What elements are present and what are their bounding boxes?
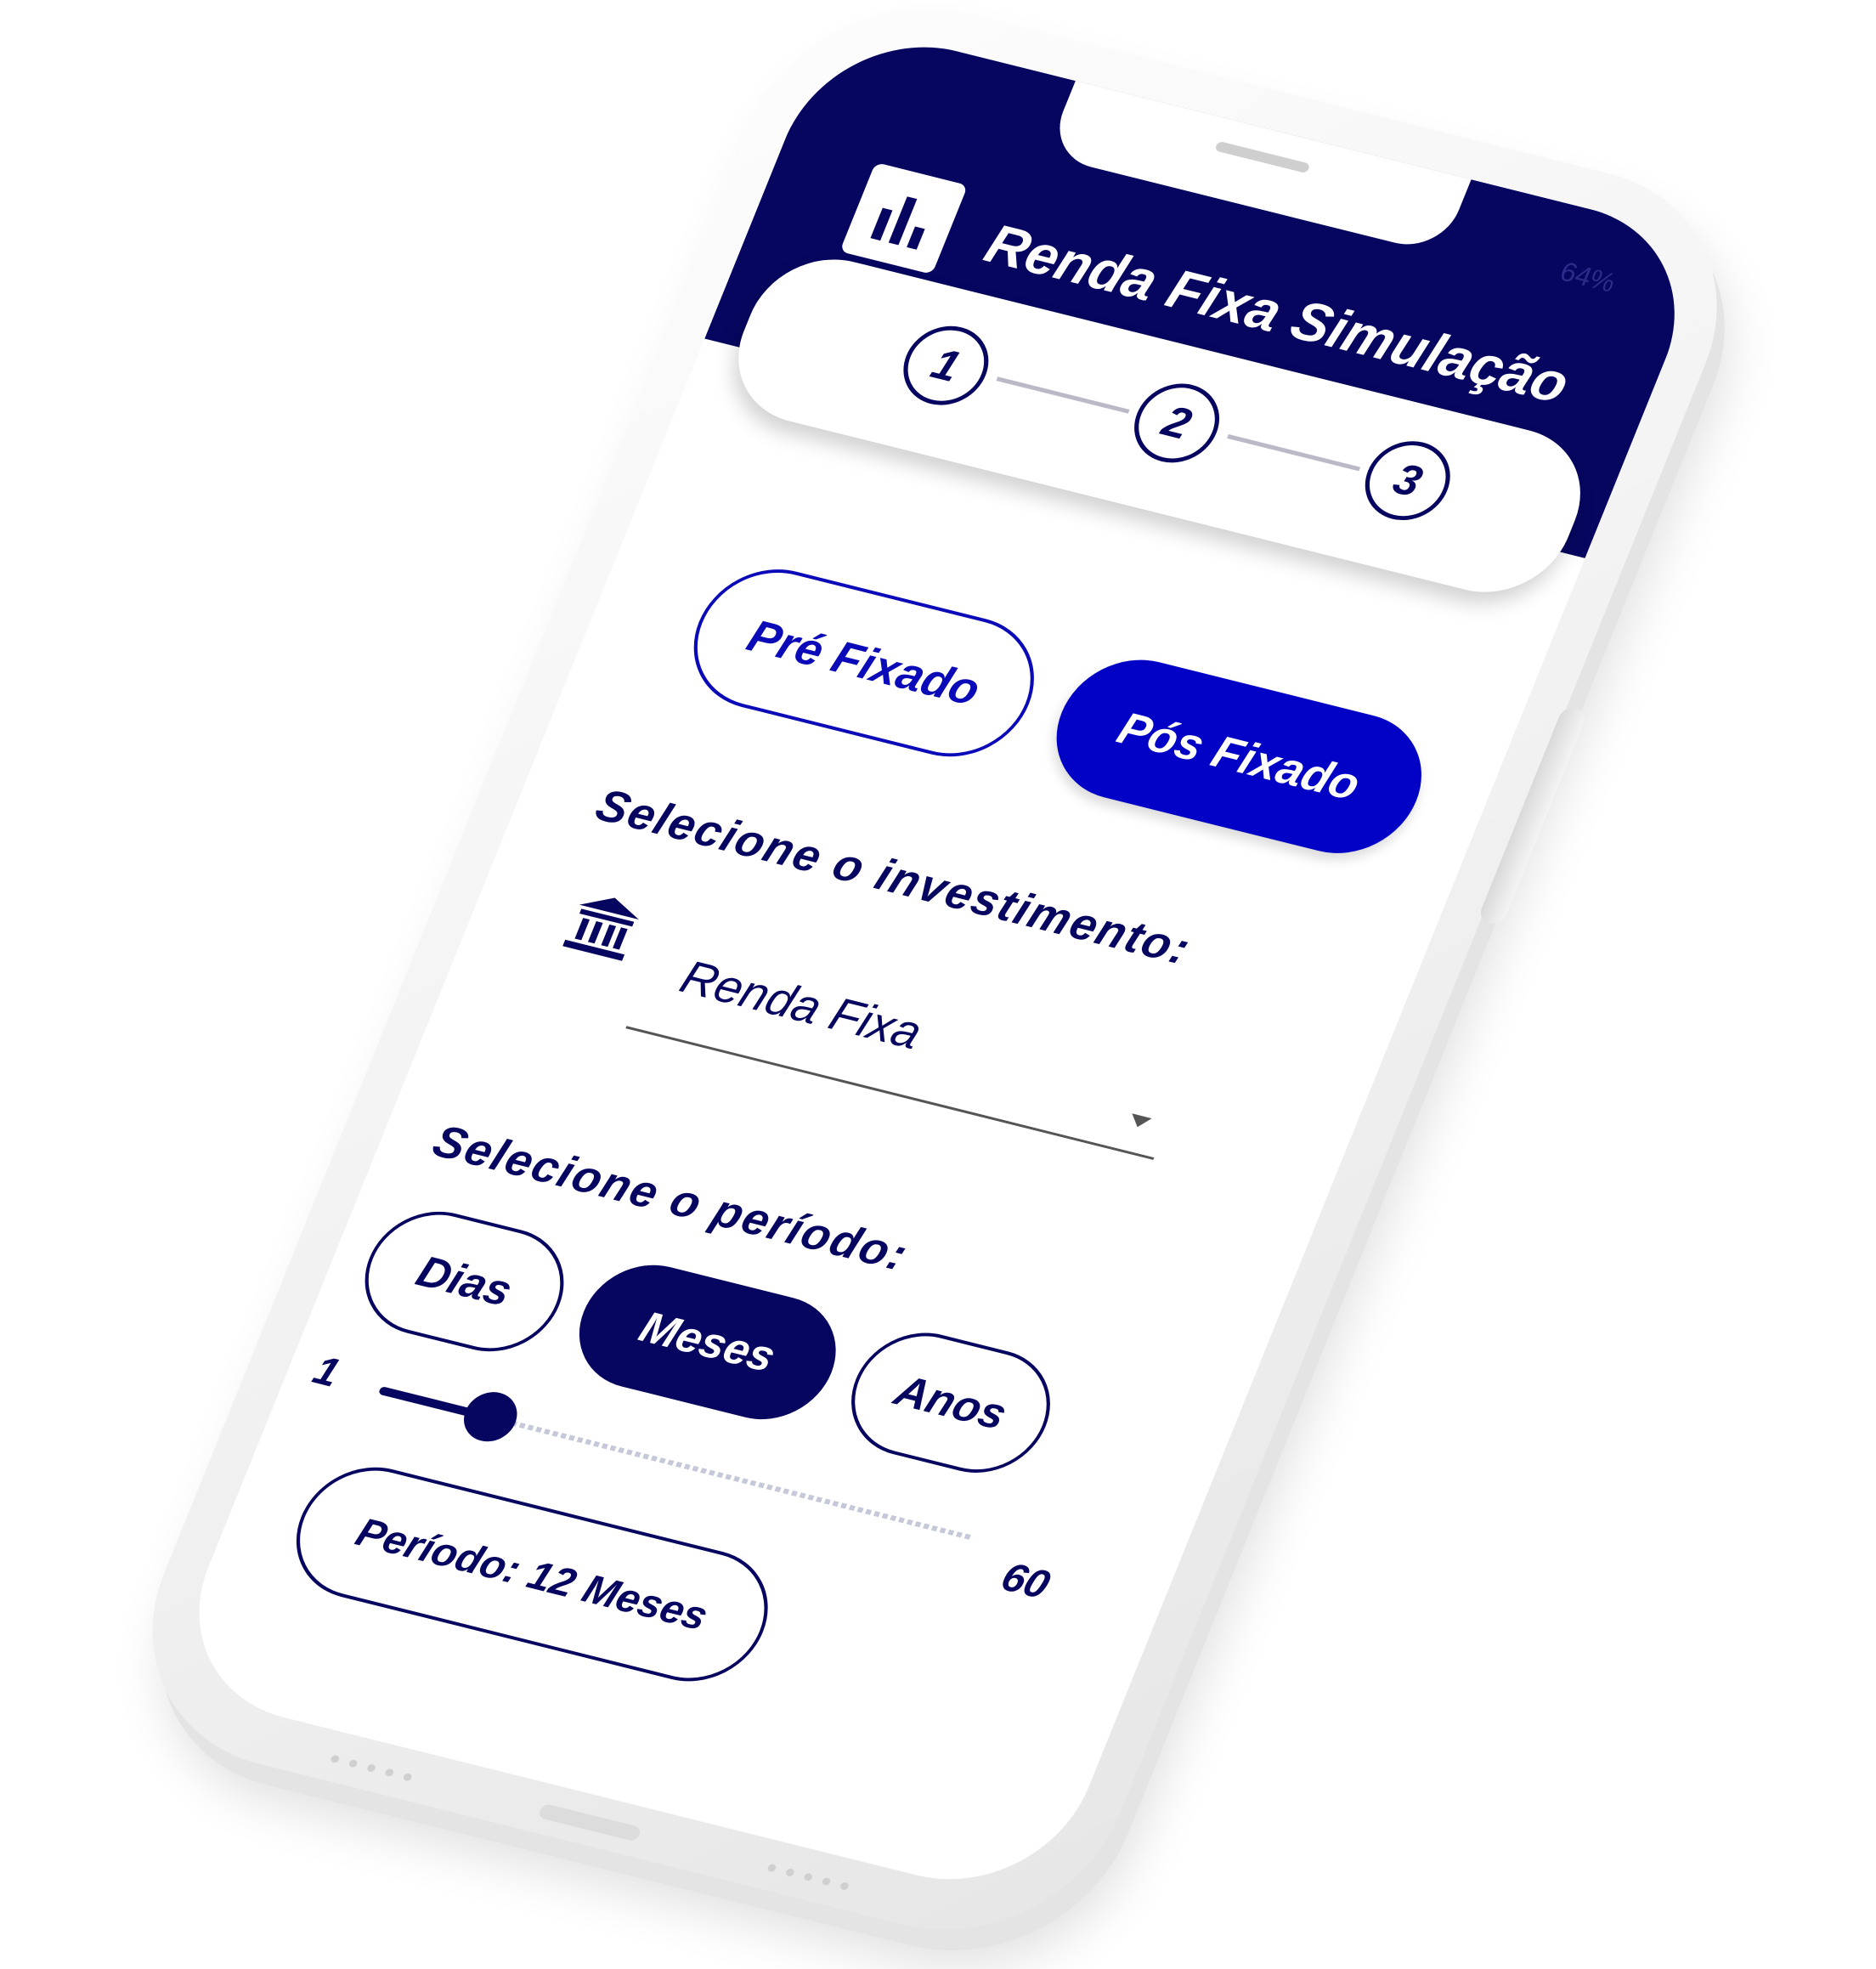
battery-level: 64% <box>1556 256 1620 298</box>
pre-fixado-button[interactable]: Pré Fixado <box>671 554 1057 772</box>
chevron-down-icon <box>1127 1113 1152 1130</box>
phone-frame: 64% Renda Fixa Simulação 1 2 3 Pré Fixad… <box>103 0 1766 1964</box>
period-dias-button[interactable]: Dias <box>345 1197 584 1366</box>
bank-icon <box>556 886 649 970</box>
period-summary: Período: 12 Meses <box>275 1452 789 1696</box>
period-meses-button[interactable]: Meses <box>559 1251 856 1433</box>
earpiece <box>1214 140 1311 174</box>
investment-select-value: Renda Fixa <box>673 949 930 1059</box>
step-3[interactable]: 3 <box>1353 433 1463 529</box>
step-connector <box>996 376 1130 414</box>
step-connector <box>1227 434 1361 472</box>
step-2[interactable]: 2 <box>1122 375 1232 472</box>
pos-fixado-button[interactable]: Pós Fixado <box>1034 644 1444 869</box>
slider-max-label: 60 <box>994 1554 1056 1609</box>
step-1[interactable]: 1 <box>890 317 1002 414</box>
slider-min-label: 1 <box>307 1348 347 1396</box>
app-screen: 64% Renda Fixa Simulação 1 2 3 Pré Fixad… <box>160 20 1714 1906</box>
bar-chart-icon <box>839 162 969 274</box>
period-anos-button[interactable]: Anos <box>832 1319 1070 1486</box>
slider-thumb[interactable] <box>455 1386 525 1447</box>
